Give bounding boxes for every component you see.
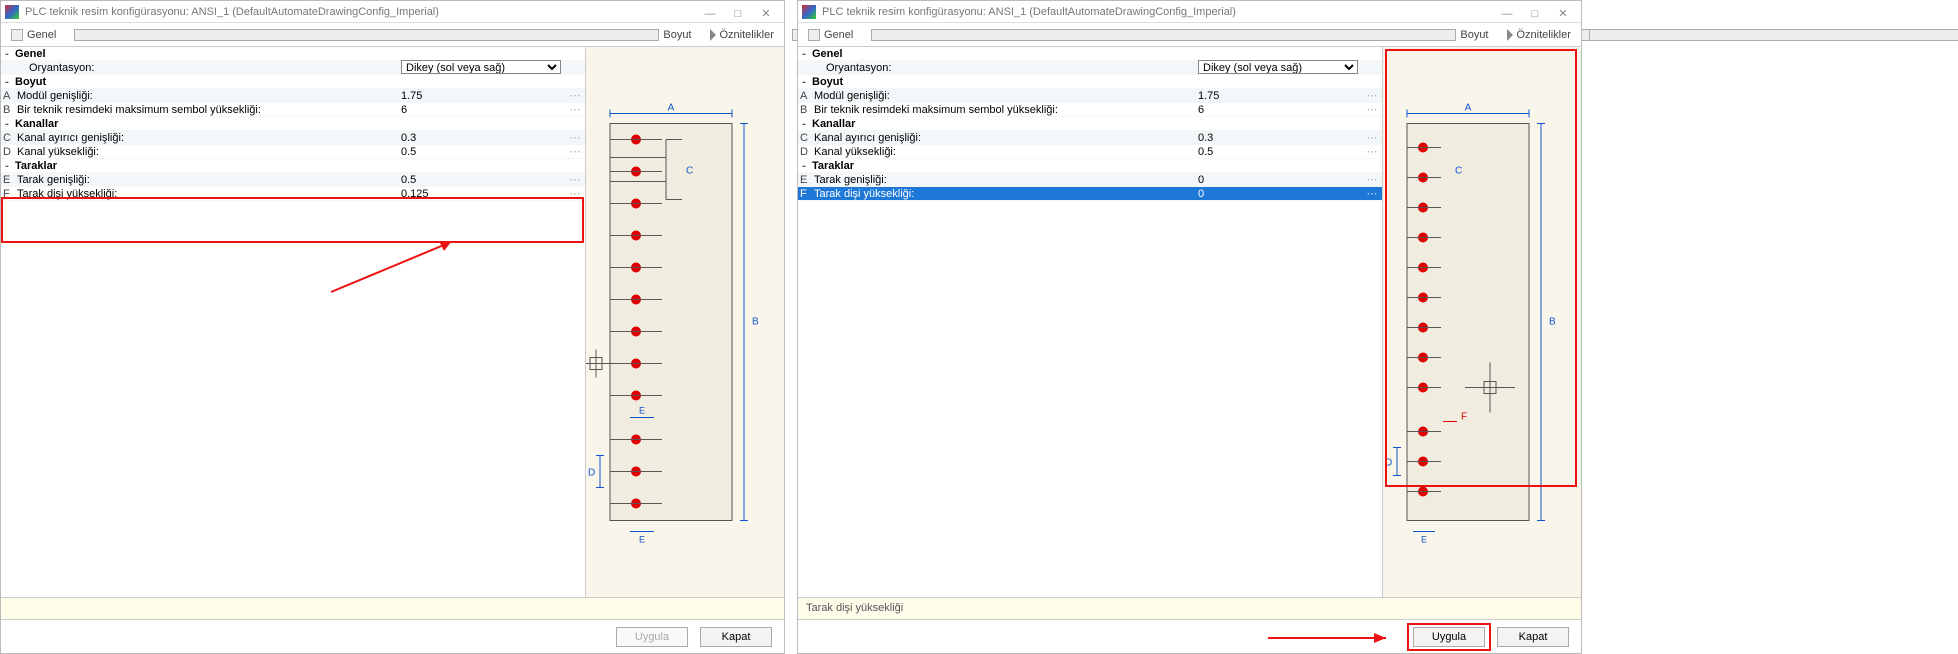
window-right: PLC teknik resim konfigürasyonu: ANSI_1 … xyxy=(797,0,1582,654)
minimize-button[interactable]: — xyxy=(1493,3,1521,21)
preview-pane-right: A B C F D E xyxy=(1383,47,1581,597)
maximize-button[interactable]: □ xyxy=(1521,3,1549,21)
tab-genel[interactable]: Genel xyxy=(5,27,62,43)
close-button[interactable]: ✕ xyxy=(1549,3,1577,21)
layout-icon xyxy=(1589,29,1958,41)
tab-boyut[interactable]: Boyut xyxy=(865,27,1494,43)
doc-icon xyxy=(11,29,23,41)
svg-text:D: D xyxy=(1385,458,1392,469)
row-label: Oryantasyon: xyxy=(27,61,399,75)
orientation-select[interactable]: Dikey (sol veya sağ) xyxy=(401,60,561,74)
svg-text:D: D xyxy=(588,468,595,479)
apply-button[interactable]: Uygula xyxy=(616,627,688,647)
window-title: PLC teknik resim konfigürasyonu: ANSI_1 … xyxy=(822,1,1236,23)
collapse-icon[interactable]: - xyxy=(798,159,810,173)
grid-icon xyxy=(74,29,659,41)
tab-oznitelikler[interactable]: Öznitelikler xyxy=(704,27,780,43)
property-grid[interactable]: -Genel Oryantasyon:Dikey (sol veya sağ) … xyxy=(1,47,586,597)
app-icon xyxy=(5,5,19,19)
doc-icon xyxy=(808,29,820,41)
footer: Uygula Kapat xyxy=(798,619,1581,653)
tabbar: Genel Boyut Öznitelikler Düzen Bağlantı … xyxy=(798,23,1581,47)
svg-text:A: A xyxy=(668,103,675,114)
collapse-icon[interactable]: - xyxy=(798,75,810,89)
preview-pane-left: A B C D E E xyxy=(586,47,784,597)
row-value[interactable]: Dikey (sol veya sağ) xyxy=(399,60,565,75)
tag-icon xyxy=(710,29,716,41)
svg-text:B: B xyxy=(1549,317,1556,328)
svg-text:B: B xyxy=(752,317,759,328)
svg-text:A: A xyxy=(1465,103,1472,114)
tab-duzen[interactable]: Düzen xyxy=(1583,27,1958,43)
minimize-button[interactable]: — xyxy=(696,3,724,21)
arrow-annotation xyxy=(321,237,461,297)
grid-icon xyxy=(871,29,1456,41)
selected-row[interactable]: FTarak dişi yüksekliği:0⋯ xyxy=(798,187,1382,201)
apply-button[interactable]: Uygula xyxy=(1413,627,1485,647)
tab-boyut[interactable]: Boyut xyxy=(68,27,697,43)
window-left: PLC teknik resim konfigürasyonu: ANSI_1 … xyxy=(0,0,785,654)
app-icon xyxy=(802,5,816,19)
svg-text:C: C xyxy=(686,166,693,177)
status-bar xyxy=(1,597,784,619)
arrow-annotation xyxy=(1268,626,1398,650)
collapse-icon[interactable]: - xyxy=(798,117,810,131)
property-grid[interactable]: -Genel Oryantasyon:Dikey (sol veya sağ) … xyxy=(798,47,1383,597)
footer: Uygula Kapat xyxy=(1,619,784,653)
orientation-select[interactable]: Dikey (sol veya sağ) xyxy=(1198,60,1358,74)
collapse-icon[interactable]: - xyxy=(1,117,13,131)
collapse-icon[interactable]: - xyxy=(1,75,13,89)
window-title: PLC teknik resim konfigürasyonu: ANSI_1 … xyxy=(25,1,439,23)
tab-genel[interactable]: Genel xyxy=(802,27,859,43)
tag-icon xyxy=(1507,29,1513,41)
titlebar: PLC teknik resim konfigürasyonu: ANSI_1 … xyxy=(1,1,784,23)
close-button[interactable]: ✕ xyxy=(752,3,780,21)
close-dialog-button[interactable]: Kapat xyxy=(700,627,772,647)
collapse-icon[interactable]: - xyxy=(798,47,810,61)
svg-text:F: F xyxy=(1461,412,1467,423)
svg-text:E: E xyxy=(639,535,645,545)
maximize-button[interactable]: □ xyxy=(724,3,752,21)
svg-text:E: E xyxy=(639,406,645,416)
collapse-icon[interactable]: - xyxy=(1,47,13,61)
titlebar: PLC teknik resim konfigürasyonu: ANSI_1 … xyxy=(798,1,1581,23)
collapse-icon[interactable]: - xyxy=(1,159,13,173)
close-dialog-button[interactable]: Kapat xyxy=(1497,627,1569,647)
svg-text:C: C xyxy=(1455,166,1462,177)
status-bar: Tarak dişi yüksekliği xyxy=(798,597,1581,619)
svg-text:E: E xyxy=(1421,535,1427,545)
highlight-box xyxy=(1,197,584,243)
tabbar: Genel Boyut Öznitelikler Düzen Bağlantı … xyxy=(1,23,784,47)
tab-oznitelikler[interactable]: Öznitelikler xyxy=(1501,27,1577,43)
